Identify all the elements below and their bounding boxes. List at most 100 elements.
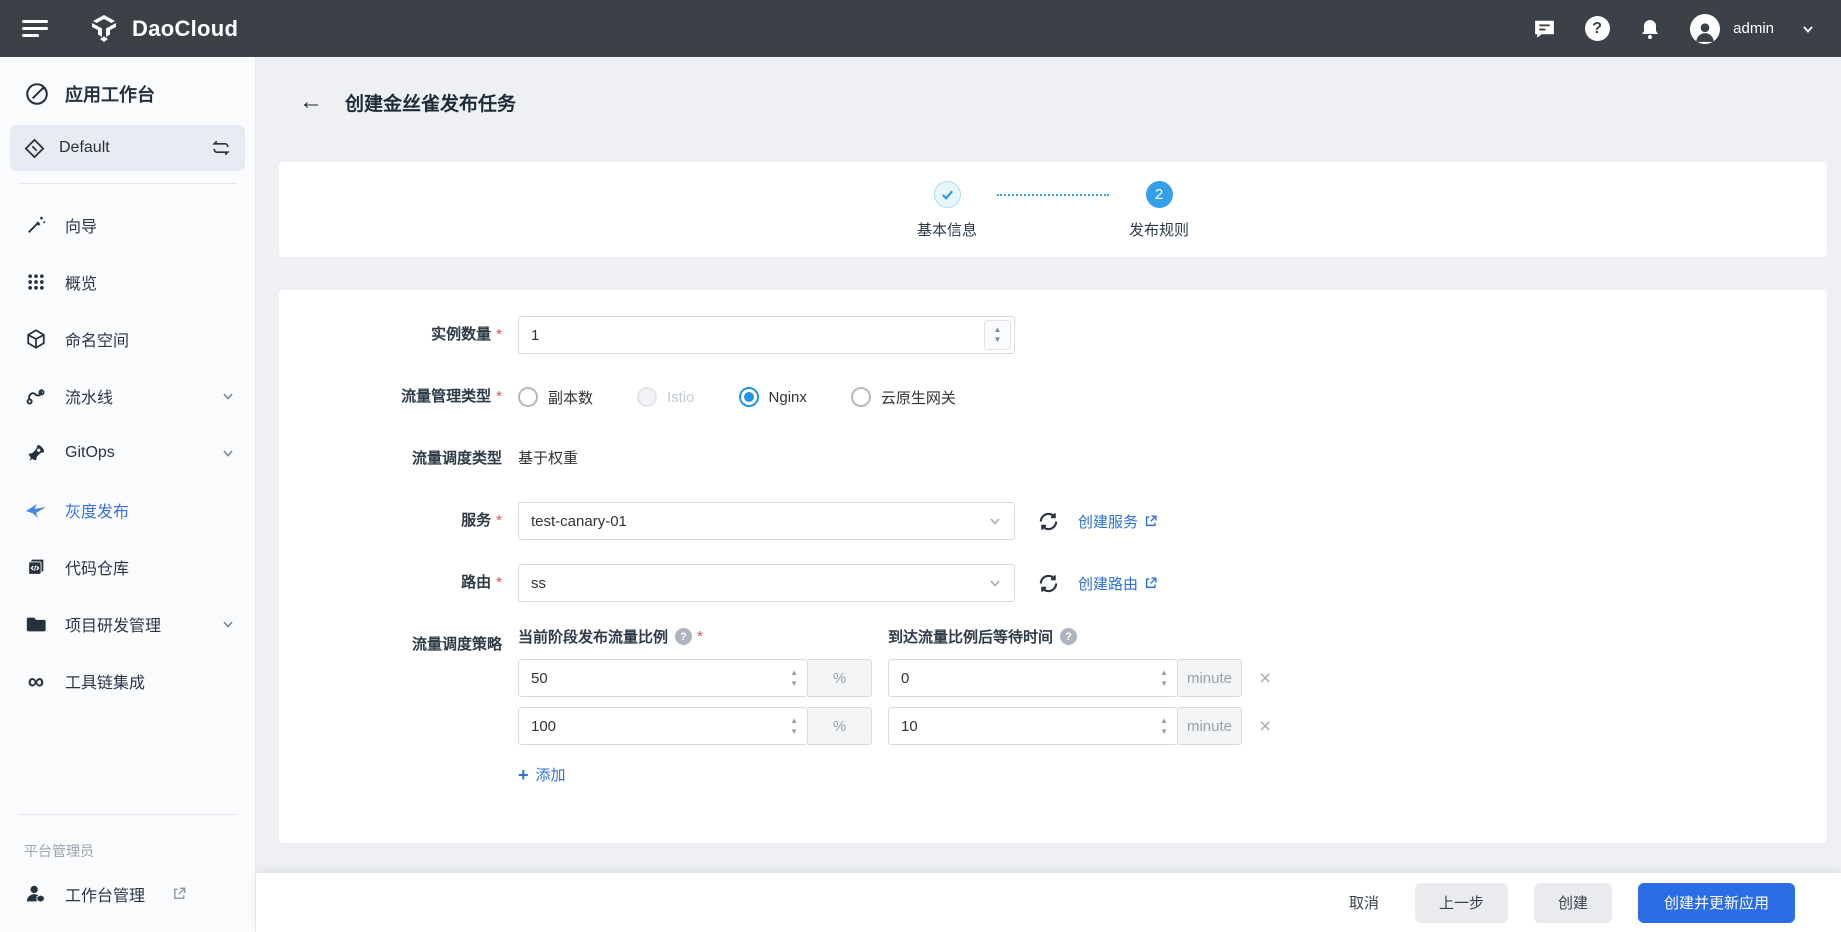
stepper-card: 基本信息 2 发布规则: [279, 162, 1827, 257]
spinner-down-icon: ▼: [1160, 728, 1168, 736]
number-stepper[interactable]: ▲ ▼: [1160, 659, 1168, 697]
minute-addon: minute: [1178, 659, 1242, 697]
wait-input[interactable]: [888, 707, 1178, 745]
route-select[interactable]: ss: [518, 564, 1015, 602]
spinner-up-icon: ▲: [1160, 717, 1168, 725]
username: admin: [1733, 20, 1774, 37]
required-asterisk: *: [496, 512, 502, 529]
workspace-name: Default: [59, 139, 110, 157]
gitops-icon: [24, 442, 48, 464]
create-button[interactable]: 创建: [1534, 883, 1612, 923]
radio-checked-icon[interactable]: [739, 387, 759, 407]
sidebar-item-code-repo[interactable]: 代码仓库: [0, 538, 255, 595]
sidebar-item-namespace[interactable]: 命名空间: [0, 310, 255, 367]
switch-workspace-icon[interactable]: [211, 138, 231, 158]
chat-icon[interactable]: [1531, 16, 1557, 42]
brand-text: DaoCloud: [132, 16, 238, 42]
sidebar-item-gitops[interactable]: GitOps: [0, 424, 255, 481]
sidebar-item-project-mgmt[interactable]: 项目研发管理: [0, 595, 255, 652]
infinity-icon: ∞: [24, 671, 48, 691]
required-asterisk: *: [496, 388, 502, 405]
step-label: 发布规则: [1129, 219, 1189, 240]
sidebar-item-toolchain[interactable]: ∞ 工具链集成: [0, 652, 255, 709]
pipeline-icon: [24, 385, 48, 407]
number-stepper[interactable]: ▲ ▼: [984, 320, 1011, 350]
refresh-icon[interactable]: [1037, 510, 1060, 533]
previous-step-button[interactable]: 上一步: [1415, 883, 1508, 923]
workspace-icon: [24, 138, 45, 159]
required-asterisk: *: [496, 574, 502, 591]
close-icon[interactable]: ×: [1259, 668, 1271, 689]
bell-icon[interactable]: [1637, 16, 1663, 42]
spinner-down-icon: ▼: [994, 336, 1002, 344]
canary-bird-icon: [24, 498, 48, 522]
percent-addon: %: [808, 659, 872, 697]
namespace-icon: [24, 328, 48, 350]
step-release-rules: 2 发布规则: [1109, 181, 1209, 240]
number-stepper[interactable]: ▲ ▼: [790, 707, 798, 745]
minute-addon: minute: [1178, 707, 1242, 745]
workspace-selector[interactable]: Default: [10, 125, 245, 171]
field-label-instances: 实例数量: [431, 326, 491, 343]
chevron-down-icon[interactable]: [221, 389, 235, 403]
create-service-link[interactable]: 创建服务: [1078, 511, 1158, 532]
external-link-icon: [1144, 514, 1158, 528]
external-link-icon: [172, 886, 187, 901]
sidebar-item-overview[interactable]: 概览: [0, 253, 255, 310]
cancel-button[interactable]: 取消: [1343, 883, 1385, 923]
instances-input[interactable]: [518, 316, 1015, 354]
footer-action-bar: 取消 上一步 创建 创建并更新应用: [256, 873, 1841, 932]
plus-icon: +: [518, 766, 529, 784]
radio-icon: [637, 387, 657, 407]
sidebar-item-canary-release[interactable]: 灰度发布: [0, 481, 255, 538]
step-basic-info: 基本信息: [897, 181, 997, 240]
chevron-down-icon[interactable]: [221, 446, 235, 460]
radio-icon[interactable]: [851, 387, 871, 407]
folder-icon: [24, 613, 48, 635]
add-stage-button[interactable]: + 添加: [518, 764, 566, 785]
divider: [18, 183, 237, 184]
brand: DaoCloud: [88, 13, 238, 45]
radio-nginx[interactable]: Nginx: [739, 387, 807, 407]
help-icon[interactable]: ?: [675, 628, 692, 645]
sidebar-item-pipeline[interactable]: 流水线: [0, 367, 255, 424]
strategy-col1-header: 当前阶段发布流量比例: [518, 626, 668, 647]
number-stepper[interactable]: ▲ ▼: [1160, 707, 1168, 745]
avatar[interactable]: [1690, 14, 1720, 44]
code-repo-icon: [24, 556, 48, 578]
create-and-update-button[interactable]: 创建并更新应用: [1638, 883, 1795, 923]
field-label-service: 服务: [461, 512, 491, 529]
service-select[interactable]: test-canary-01: [518, 502, 1015, 540]
field-label-schedule-type: 流量调度类型: [412, 450, 502, 467]
create-route-link[interactable]: 创建路由: [1078, 573, 1158, 594]
schedule-type-value: 基于权重: [518, 440, 578, 478]
required-asterisk: *: [697, 628, 703, 645]
ratio-input[interactable]: [518, 659, 808, 697]
divider: [18, 814, 237, 815]
ratio-input[interactable]: [518, 707, 808, 745]
help-icon[interactable]: ?: [1584, 16, 1610, 42]
field-label-strategy: 流量调度策略: [412, 636, 502, 653]
chevron-down-icon: [988, 514, 1002, 528]
back-arrow-icon[interactable]: ←: [299, 90, 323, 114]
close-icon[interactable]: ×: [1259, 716, 1271, 737]
radio-istio: Istio: [637, 387, 695, 407]
chevron-down-icon[interactable]: [1801, 22, 1815, 36]
overview-icon: [24, 272, 48, 292]
help-icon[interactable]: ?: [1060, 628, 1077, 645]
user-cube-icon: [24, 883, 48, 905]
strategy-row: ▲ ▼ % ▲ ▼: [518, 707, 1271, 745]
chevron-down-icon[interactable]: [221, 617, 235, 631]
radio-cloud-native-gateway[interactable]: 云原生网关: [851, 387, 956, 408]
step-label: 基本信息: [917, 219, 977, 240]
strategy-row: ▲ ▼ % ▲ ▼: [518, 659, 1271, 697]
sidebar-item-wizard[interactable]: 向导: [0, 196, 255, 253]
radio-icon[interactable]: [518, 387, 538, 407]
radio-replicas[interactable]: 副本数: [518, 387, 593, 408]
refresh-icon[interactable]: [1037, 572, 1060, 595]
number-stepper[interactable]: ▲ ▼: [790, 659, 798, 697]
sidebar-item-workbench-manage[interactable]: 工作台管理: [0, 865, 255, 922]
menu-icon[interactable]: [22, 16, 48, 42]
wait-input[interactable]: [888, 659, 1178, 697]
form-card: 实例数量* ▲ ▼ 流量管理类型*: [279, 290, 1827, 843]
